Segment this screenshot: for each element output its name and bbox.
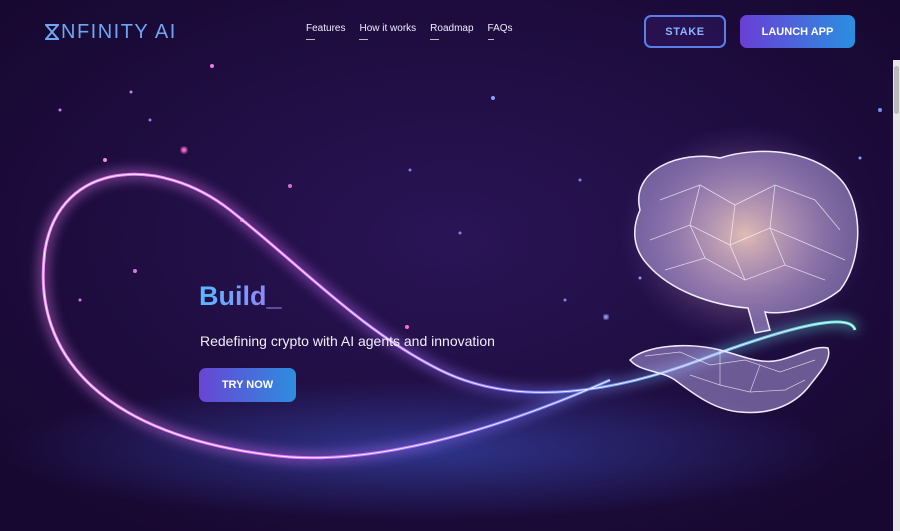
hourglass-x-icon [45,24,59,40]
nav-link-label: Features [306,23,346,34]
site-header: NFINITY AI Features How it works Roadmap… [0,0,900,64]
nav-link-label: FAQs [487,23,513,34]
nav-link-how-it-works[interactable]: How it works [359,23,416,42]
brand-name: NFINITY AI [61,21,177,43]
scrollbar-thumb[interactable] [894,66,899,114]
stake-button[interactable]: STAKE [644,15,726,48]
nav-underline [487,39,494,40]
brand-logo[interactable]: NFINITY AI [45,21,177,43]
page-scrollbar[interactable] [893,60,900,531]
hero-subtitle: Redefining crypto with AI agents and inn… [200,333,495,349]
nav-link-faqs[interactable]: FAQs [487,23,513,42]
nav-underline [430,39,440,40]
nav-link-label: How it works [359,23,417,34]
nav-link-features[interactable]: Features [306,23,345,42]
main-nav: Features How it works Roadmap FAQs [306,23,513,42]
hero-title: Build_ [199,281,282,311]
brain-illustration [620,125,870,345]
hero-background [0,0,900,531]
launch-app-button[interactable]: LAUNCH APP [740,15,855,48]
nav-link-roadmap[interactable]: Roadmap [430,23,474,42]
try-now-button[interactable]: TRY NOW [199,368,296,402]
nav-underline [306,39,315,40]
nav-underline [359,39,369,40]
nav-link-label: Roadmap [430,23,474,34]
